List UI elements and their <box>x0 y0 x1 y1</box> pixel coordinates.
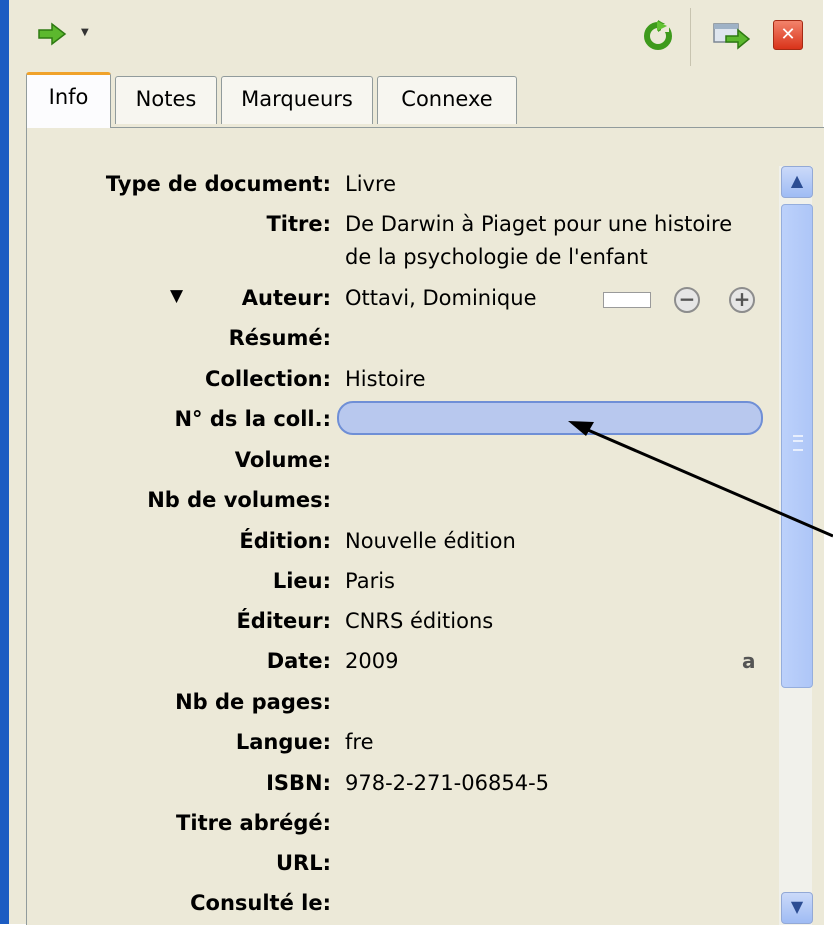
field-label: Consulté le: <box>190 891 331 915</box>
open-pane-icon[interactable] <box>712 20 750 52</box>
toolbar: ▼ ✕ <box>9 0 823 68</box>
field-label: Titre abrégé: <box>176 811 331 835</box>
chevron-down-icon[interactable]: ▼ <box>81 27 89 38</box>
scroll-down-button[interactable]: ▼ <box>781 892 813 924</box>
field-label: Volume: <box>234 448 331 472</box>
field-value-language[interactable]: fre <box>345 730 374 754</box>
field-row-volume: Volume: <box>27 448 767 482</box>
toolbar-separator <box>690 8 691 66</box>
field-row-title: Titre: De Darwin à Piaget pour une histo… <box>27 212 767 282</box>
field-row-coll-number: N° ds la coll.: <box>27 401 767 441</box>
field-row-date: Date: 2009 a <box>27 649 767 683</box>
field-label: Langue: <box>235 730 331 754</box>
expander-triangle-icon[interactable]: ▼ <box>170 286 183 306</box>
field-row-type: Type de document: Livre <box>27 172 767 206</box>
field-label: Éditeur: <box>236 609 331 633</box>
field-value-type[interactable]: Livre <box>345 172 396 196</box>
field-label: Lieu: <box>272 569 331 593</box>
field-label: Nb de pages: <box>175 690 331 714</box>
field-label: Collection: <box>205 367 331 391</box>
green-arrow-icon[interactable] <box>37 22 67 46</box>
field-row-num-volumes: Nb de volumes: <box>27 488 767 522</box>
field-row-author: ▼ Auteur: Ottavi, Dominique − + <box>27 286 767 320</box>
field-row-place: Lieu: Paris <box>27 569 767 603</box>
vertical-scrollbar[interactable]: ▲ ▼ <box>779 166 813 925</box>
field-row-url: URL: <box>27 851 767 885</box>
scroll-thumb[interactable] <box>781 204 813 688</box>
grip-icon <box>793 435 803 451</box>
field-label: Nb de volumes: <box>147 488 331 512</box>
field-row-short-title: Titre abrégé: <box>27 811 767 845</box>
remove-author-button[interactable]: − <box>674 287 700 313</box>
field-value-edition[interactable]: Nouvelle édition <box>345 529 516 553</box>
add-author-button[interactable]: + <box>729 287 755 313</box>
tab-notes[interactable]: Notes <box>115 76 217 124</box>
field-value-publisher[interactable]: CNRS éditions <box>345 609 493 633</box>
field-row-collection: Collection: Histoire <box>27 367 767 401</box>
field-value-date[interactable]: 2009 <box>345 649 398 673</box>
sync-icon[interactable] <box>641 18 675 52</box>
field-value-author[interactable]: Ottavi, Dominique <box>345 286 537 310</box>
field-label: URL: <box>275 851 331 875</box>
field-label: Date: <box>266 649 331 673</box>
field-value-collection[interactable]: Histoire <box>345 367 426 391</box>
close-icon[interactable]: ✕ <box>773 20 803 50</box>
field-row-edition: Édition: Nouvelle édition <box>27 529 767 563</box>
field-value-place[interactable]: Paris <box>345 569 395 593</box>
field-value-title[interactable]: De Darwin à Piaget pour une histoire de … <box>345 208 765 274</box>
field-value-isbn[interactable]: 978-2-271-06854-5 <box>345 771 549 795</box>
tab-connexe[interactable]: Connexe <box>377 76 517 124</box>
field-label[interactable]: Auteur: <box>242 286 331 310</box>
tab-info[interactable]: Info <box>26 72 111 128</box>
field-row-accessed: Consulté le: <box>27 891 767 925</box>
field-row-pages: Nb de pages: <box>27 690 767 724</box>
field-label: Édition: <box>239 529 331 553</box>
field-row-language: Langue: fre <box>27 730 767 764</box>
field-row-abstract: Résumé: <box>27 326 767 360</box>
coll-number-input[interactable] <box>337 401 763 435</box>
field-label: Type de document: <box>105 172 331 196</box>
date-format-indicator[interactable]: a <box>742 649 756 673</box>
creator-mode-switch[interactable] <box>603 292 651 308</box>
item-pane: ▼ ✕ Info Notes Marqueurs Connexe Type de… <box>9 0 824 925</box>
field-label: Titre: <box>266 212 331 236</box>
scroll-up-button[interactable]: ▲ <box>781 166 813 198</box>
field-label: ISBN: <box>266 771 331 795</box>
field-row-isbn: ISBN: 978-2-271-06854-5 <box>27 771 767 805</box>
info-panel: Type de document: Livre Titre: De Darwin… <box>26 127 824 925</box>
field-label: N° ds la coll.: <box>174 407 331 431</box>
window-border <box>0 0 9 924</box>
field-label: Résumé: <box>228 326 331 350</box>
tab-marqueurs[interactable]: Marqueurs <box>221 76 373 124</box>
field-row-publisher: Éditeur: CNRS éditions <box>27 609 767 643</box>
